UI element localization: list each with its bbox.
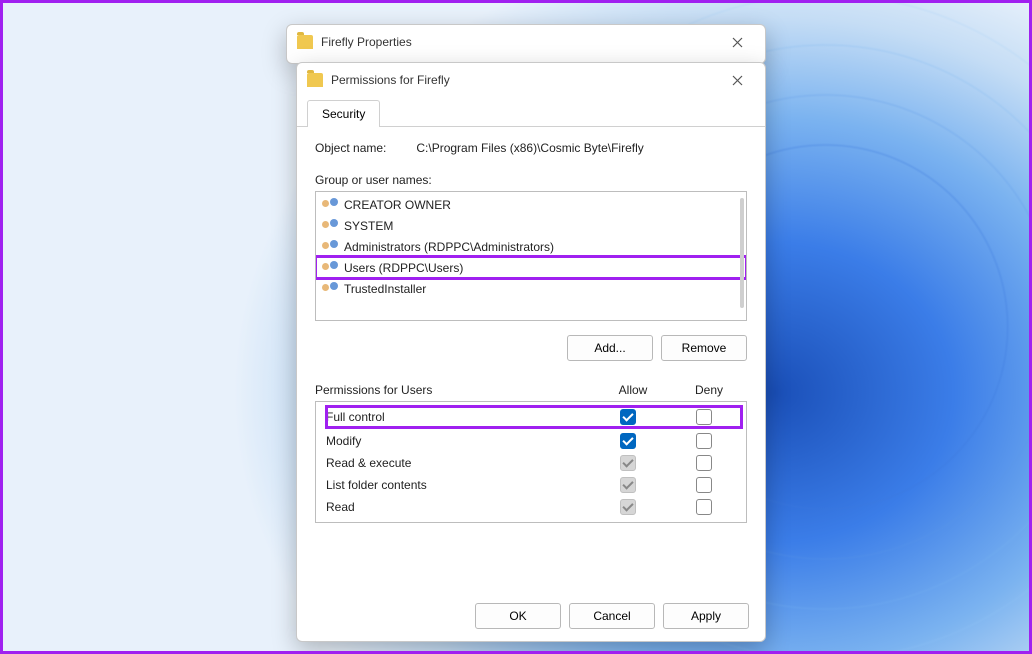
tab-strip: Security [297, 99, 765, 127]
permission-row: Read [326, 496, 742, 518]
group-item-label: CREATOR OWNER [344, 198, 451, 212]
add-button[interactable]: Add... [567, 335, 653, 361]
permissions-header-row: Permissions for Users Allow Deny [315, 383, 747, 397]
permission-label: Modify [326, 434, 590, 448]
scrollbar-thumb[interactable] [740, 198, 744, 308]
group-item[interactable]: Administrators (RDPPC\Administrators) [316, 236, 746, 257]
cancel-button[interactable]: Cancel [569, 603, 655, 629]
users-group-icon [322, 198, 338, 212]
deny-cell [666, 409, 742, 425]
folder-icon [307, 73, 323, 87]
object-name-row: Object name: C:\Program Files (x86)\Cosm… [315, 141, 747, 155]
allow-checkbox[interactable] [620, 499, 636, 515]
remove-button[interactable]: Remove [661, 335, 747, 361]
permission-label: Read & execute [326, 456, 590, 470]
permission-label: List folder contents [326, 478, 590, 492]
group-item[interactable]: SYSTEM [316, 215, 746, 236]
permissions-list[interactable]: Full control Modify Read & execute List fol… [315, 401, 747, 523]
allow-checkbox[interactable] [620, 409, 636, 425]
users-group-icon [322, 240, 338, 254]
ok-button[interactable]: OK [475, 603, 561, 629]
tab-security[interactable]: Security [307, 100, 380, 127]
deny-checkbox[interactable] [696, 499, 712, 515]
properties-title: Firefly Properties [321, 35, 719, 49]
deny-column-header: Deny [671, 383, 747, 397]
permissions-content: Object name: C:\Program Files (x86)\Cosm… [297, 127, 765, 537]
deny-cell [666, 455, 742, 471]
users-group-icon [322, 282, 338, 296]
permissions-window: Permissions for Firefly Security Object … [296, 62, 766, 642]
permission-label: Read [326, 500, 590, 514]
group-buttons-row: Add... Remove [315, 335, 747, 361]
allow-column-header: Allow [595, 383, 671, 397]
permission-row: Read & execute [326, 452, 742, 474]
deny-checkbox[interactable] [696, 409, 712, 425]
group-item-label: Users (RDPPC\Users) [344, 261, 463, 275]
deny-checkbox[interactable] [696, 455, 712, 471]
allow-checkbox[interactable] [620, 477, 636, 493]
object-name-value: C:\Program Files (x86)\Cosmic Byte\Firef… [416, 141, 643, 155]
permission-label: Full control [326, 410, 590, 424]
object-name-label: Object name: [315, 141, 386, 155]
allow-checkbox[interactable] [620, 455, 636, 471]
group-item-label: Administrators (RDPPC\Administrators) [344, 240, 554, 254]
folder-icon [297, 35, 313, 49]
close-button-properties[interactable] [719, 28, 755, 56]
dialog-buttons: OK Cancel Apply [475, 603, 749, 629]
deny-checkbox[interactable] [696, 433, 712, 449]
users-group-icon [322, 261, 338, 275]
deny-checkbox[interactable] [696, 477, 712, 493]
group-item[interactable]: TrustedInstaller [316, 278, 746, 299]
allow-cell [590, 477, 666, 493]
permissions-title: Permissions for Firefly [331, 73, 719, 87]
permission-row: List folder contents [326, 474, 742, 496]
allow-cell [590, 433, 666, 449]
group-item[interactable]: CREATOR OWNER [316, 194, 746, 215]
allow-cell [590, 455, 666, 471]
group-item-label: TrustedInstaller [344, 282, 426, 296]
groups-listbox[interactable]: CREATOR OWNER SYSTEM Administrators (RDPPC… [315, 191, 747, 321]
allow-cell [590, 409, 666, 425]
group-list-label: Group or user names: [315, 173, 747, 187]
permissions-for-label: Permissions for Users [315, 383, 595, 397]
apply-button[interactable]: Apply [663, 603, 749, 629]
permission-row: Full control [326, 406, 742, 428]
allow-cell [590, 499, 666, 515]
allow-checkbox[interactable] [620, 433, 636, 449]
properties-titlebar[interactable]: Firefly Properties [287, 25, 765, 59]
group-item[interactable]: Users (RDPPC\Users) [316, 257, 746, 278]
deny-cell [666, 433, 742, 449]
deny-cell [666, 477, 742, 493]
properties-window: Firefly Properties [286, 24, 766, 64]
permission-row: Modify [326, 430, 742, 452]
close-button-permissions[interactable] [719, 66, 755, 94]
users-group-icon [322, 219, 338, 233]
permissions-titlebar[interactable]: Permissions for Firefly [297, 63, 765, 97]
deny-cell [666, 499, 742, 515]
group-item-label: SYSTEM [344, 219, 393, 233]
